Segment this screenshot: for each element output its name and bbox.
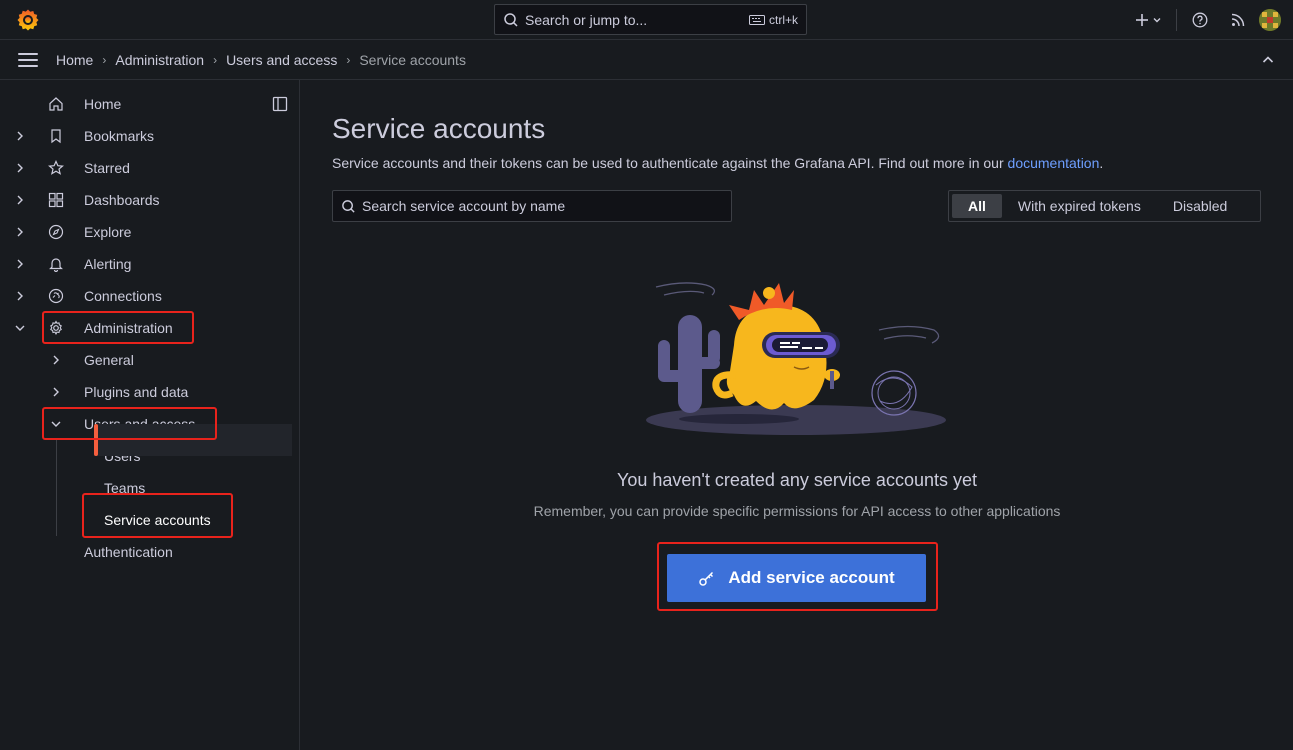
keyboard-icon	[748, 14, 765, 25]
sidebar-item-home[interactable]: Home	[48, 88, 121, 120]
global-search-input[interactable]: Search or jump to... ctrl+k	[494, 4, 807, 35]
page-title: Service accounts	[332, 113, 546, 144]
sidebar-item-general[interactable]: General	[84, 344, 134, 376]
sidebar-item-teams[interactable]: Teams	[104, 472, 145, 504]
shortcut-text: ctrl+k	[768, 12, 798, 27]
sidebar-item-label: Explore	[84, 224, 132, 240]
add-service-account-label: Add service account	[728, 568, 895, 587]
topbar-divider	[1176, 9, 1177, 31]
empty-state-title: You haven't created any service accounts…	[617, 470, 977, 490]
key-icon	[699, 571, 714, 586]
tree-line	[56, 440, 57, 536]
status-filter: All With expired tokens Disabled	[948, 190, 1261, 222]
sidebar-item-label: Alerting	[84, 256, 132, 272]
sidebar-item-label: Home	[84, 96, 122, 112]
breadcrumb-users-and-access[interactable]: Users and access	[226, 52, 337, 68]
filter-all[interactable]: All	[952, 194, 1002, 218]
chevron-right-icon[interactable]	[14, 162, 26, 174]
sidebar-item-dashboards[interactable]: Dashboards	[48, 184, 160, 216]
sidebar-item-label: Administration	[84, 320, 173, 336]
chevron-right-icon[interactable]	[14, 290, 26, 302]
page-description: Service accounts and their tokens can be…	[332, 155, 1103, 171]
dock-menu-icon[interactable]	[272, 96, 288, 112]
sidebar-active-indicator	[94, 424, 98, 456]
sidebar-item-starred[interactable]: Starred	[48, 152, 130, 184]
search-placeholder: Search service account by name	[362, 198, 566, 214]
sidebar-item-administration[interactable]: Administration	[48, 312, 173, 344]
sidebar-item-connections[interactable]: Connections	[48, 280, 162, 312]
apps-icon	[48, 192, 64, 208]
chevron-up-icon[interactable]	[1261, 53, 1275, 67]
service-account-search-input[interactable]: Search service account by name	[332, 190, 732, 222]
sidebar-item-label: Dashboards	[84, 192, 160, 208]
description-text: Service accounts and their tokens can be…	[332, 155, 1008, 171]
sidebar-item-explore[interactable]: Explore	[48, 216, 131, 248]
help-icon	[1192, 12, 1208, 28]
sidebar-item-service-accounts[interactable]: Service accounts	[104, 504, 211, 536]
breadcrumb-administration[interactable]: Administration	[115, 52, 204, 68]
chevron-right-icon[interactable]	[14, 194, 26, 206]
empty-state-subtitle: Remember, you can provide specific permi…	[533, 503, 1061, 519]
topbar-actions	[1128, 0, 1293, 40]
chevron-right-icon[interactable]	[14, 258, 26, 270]
bookmark-icon	[51, 129, 61, 144]
documentation-link[interactable]: documentation	[1008, 155, 1100, 171]
link-icon	[48, 288, 64, 304]
main-content: Service accounts Service accounts and th…	[301, 80, 1293, 750]
sidebar-item-alerting[interactable]: Alerting	[48, 248, 131, 280]
chevron-right-icon: ›	[102, 53, 107, 67]
new-button[interactable]	[1128, 0, 1168, 40]
user-avatar-image	[1259, 9, 1281, 31]
breadcrumb: Home › Administration › Users and access…	[56, 52, 466, 68]
description-end: .	[1099, 155, 1104, 171]
search-icon	[342, 199, 355, 213]
sidebar-item-label: Connections	[84, 288, 162, 304]
chevron-right-icon[interactable]	[50, 386, 62, 398]
sidebar-item-label: General	[84, 352, 134, 368]
sidebar-item-authentication[interactable]: Authentication	[84, 536, 173, 568]
add-service-account-button[interactable]: Add service account	[667, 554, 926, 602]
sidebar-item-bookmarks[interactable]: Bookmarks	[48, 120, 154, 152]
chevron-right-icon[interactable]	[14, 130, 26, 142]
grafana-logo[interactable]	[16, 8, 40, 32]
star-icon	[48, 160, 64, 175]
filter-with-expired-tokens[interactable]: With expired tokens	[1002, 194, 1157, 218]
chevron-down-icon[interactable]	[14, 322, 26, 334]
menu-toggle-icon[interactable]	[18, 53, 38, 67]
chevron-right-icon[interactable]	[50, 354, 62, 366]
cog-icon	[50, 320, 62, 336]
chevron-right-icon[interactable]	[14, 226, 26, 238]
breadcrumb-bar: Home › Administration › Users and access…	[0, 40, 1293, 80]
breadcrumb-home[interactable]: Home	[56, 52, 93, 68]
search-placeholder: Search or jump to...	[525, 11, 648, 28]
filter-disabled[interactable]: Disabled	[1157, 194, 1243, 218]
avatar[interactable]	[1259, 9, 1281, 31]
chevron-down-icon	[1153, 18, 1160, 23]
compass-icon	[48, 224, 64, 240]
chevron-right-icon: ›	[346, 53, 351, 67]
sidebar-item-label: Plugins and data	[84, 384, 189, 400]
help-button[interactable]	[1185, 0, 1215, 40]
top-bar: Search or jump to... ctrl+k	[0, 0, 1293, 40]
sidebar-item-label: Teams	[104, 480, 146, 496]
sidebar-active-background	[94, 424, 292, 456]
plus-icon	[1135, 14, 1148, 26]
home-icon	[49, 97, 63, 111]
chevron-right-icon: ›	[213, 53, 218, 67]
search-icon	[504, 12, 518, 27]
chevron-down-icon[interactable]	[50, 418, 62, 430]
sidebar-item-label: Starred	[84, 160, 130, 176]
news-button[interactable]	[1223, 0, 1253, 40]
sidebar-item-label: Bookmarks	[84, 128, 155, 144]
rss-icon	[1231, 13, 1245, 27]
bell-icon	[49, 258, 63, 272]
sidebar-item-label: Service accounts	[104, 512, 211, 528]
sidebar-item-label: Authentication	[84, 544, 173, 560]
shortcut-hint: ctrl+k	[748, 12, 798, 27]
empty-state-illustration	[646, 282, 946, 435]
sidebar-item-plugins-and-data[interactable]: Plugins and data	[84, 376, 188, 408]
breadcrumb-service-accounts: Service accounts	[359, 52, 466, 68]
